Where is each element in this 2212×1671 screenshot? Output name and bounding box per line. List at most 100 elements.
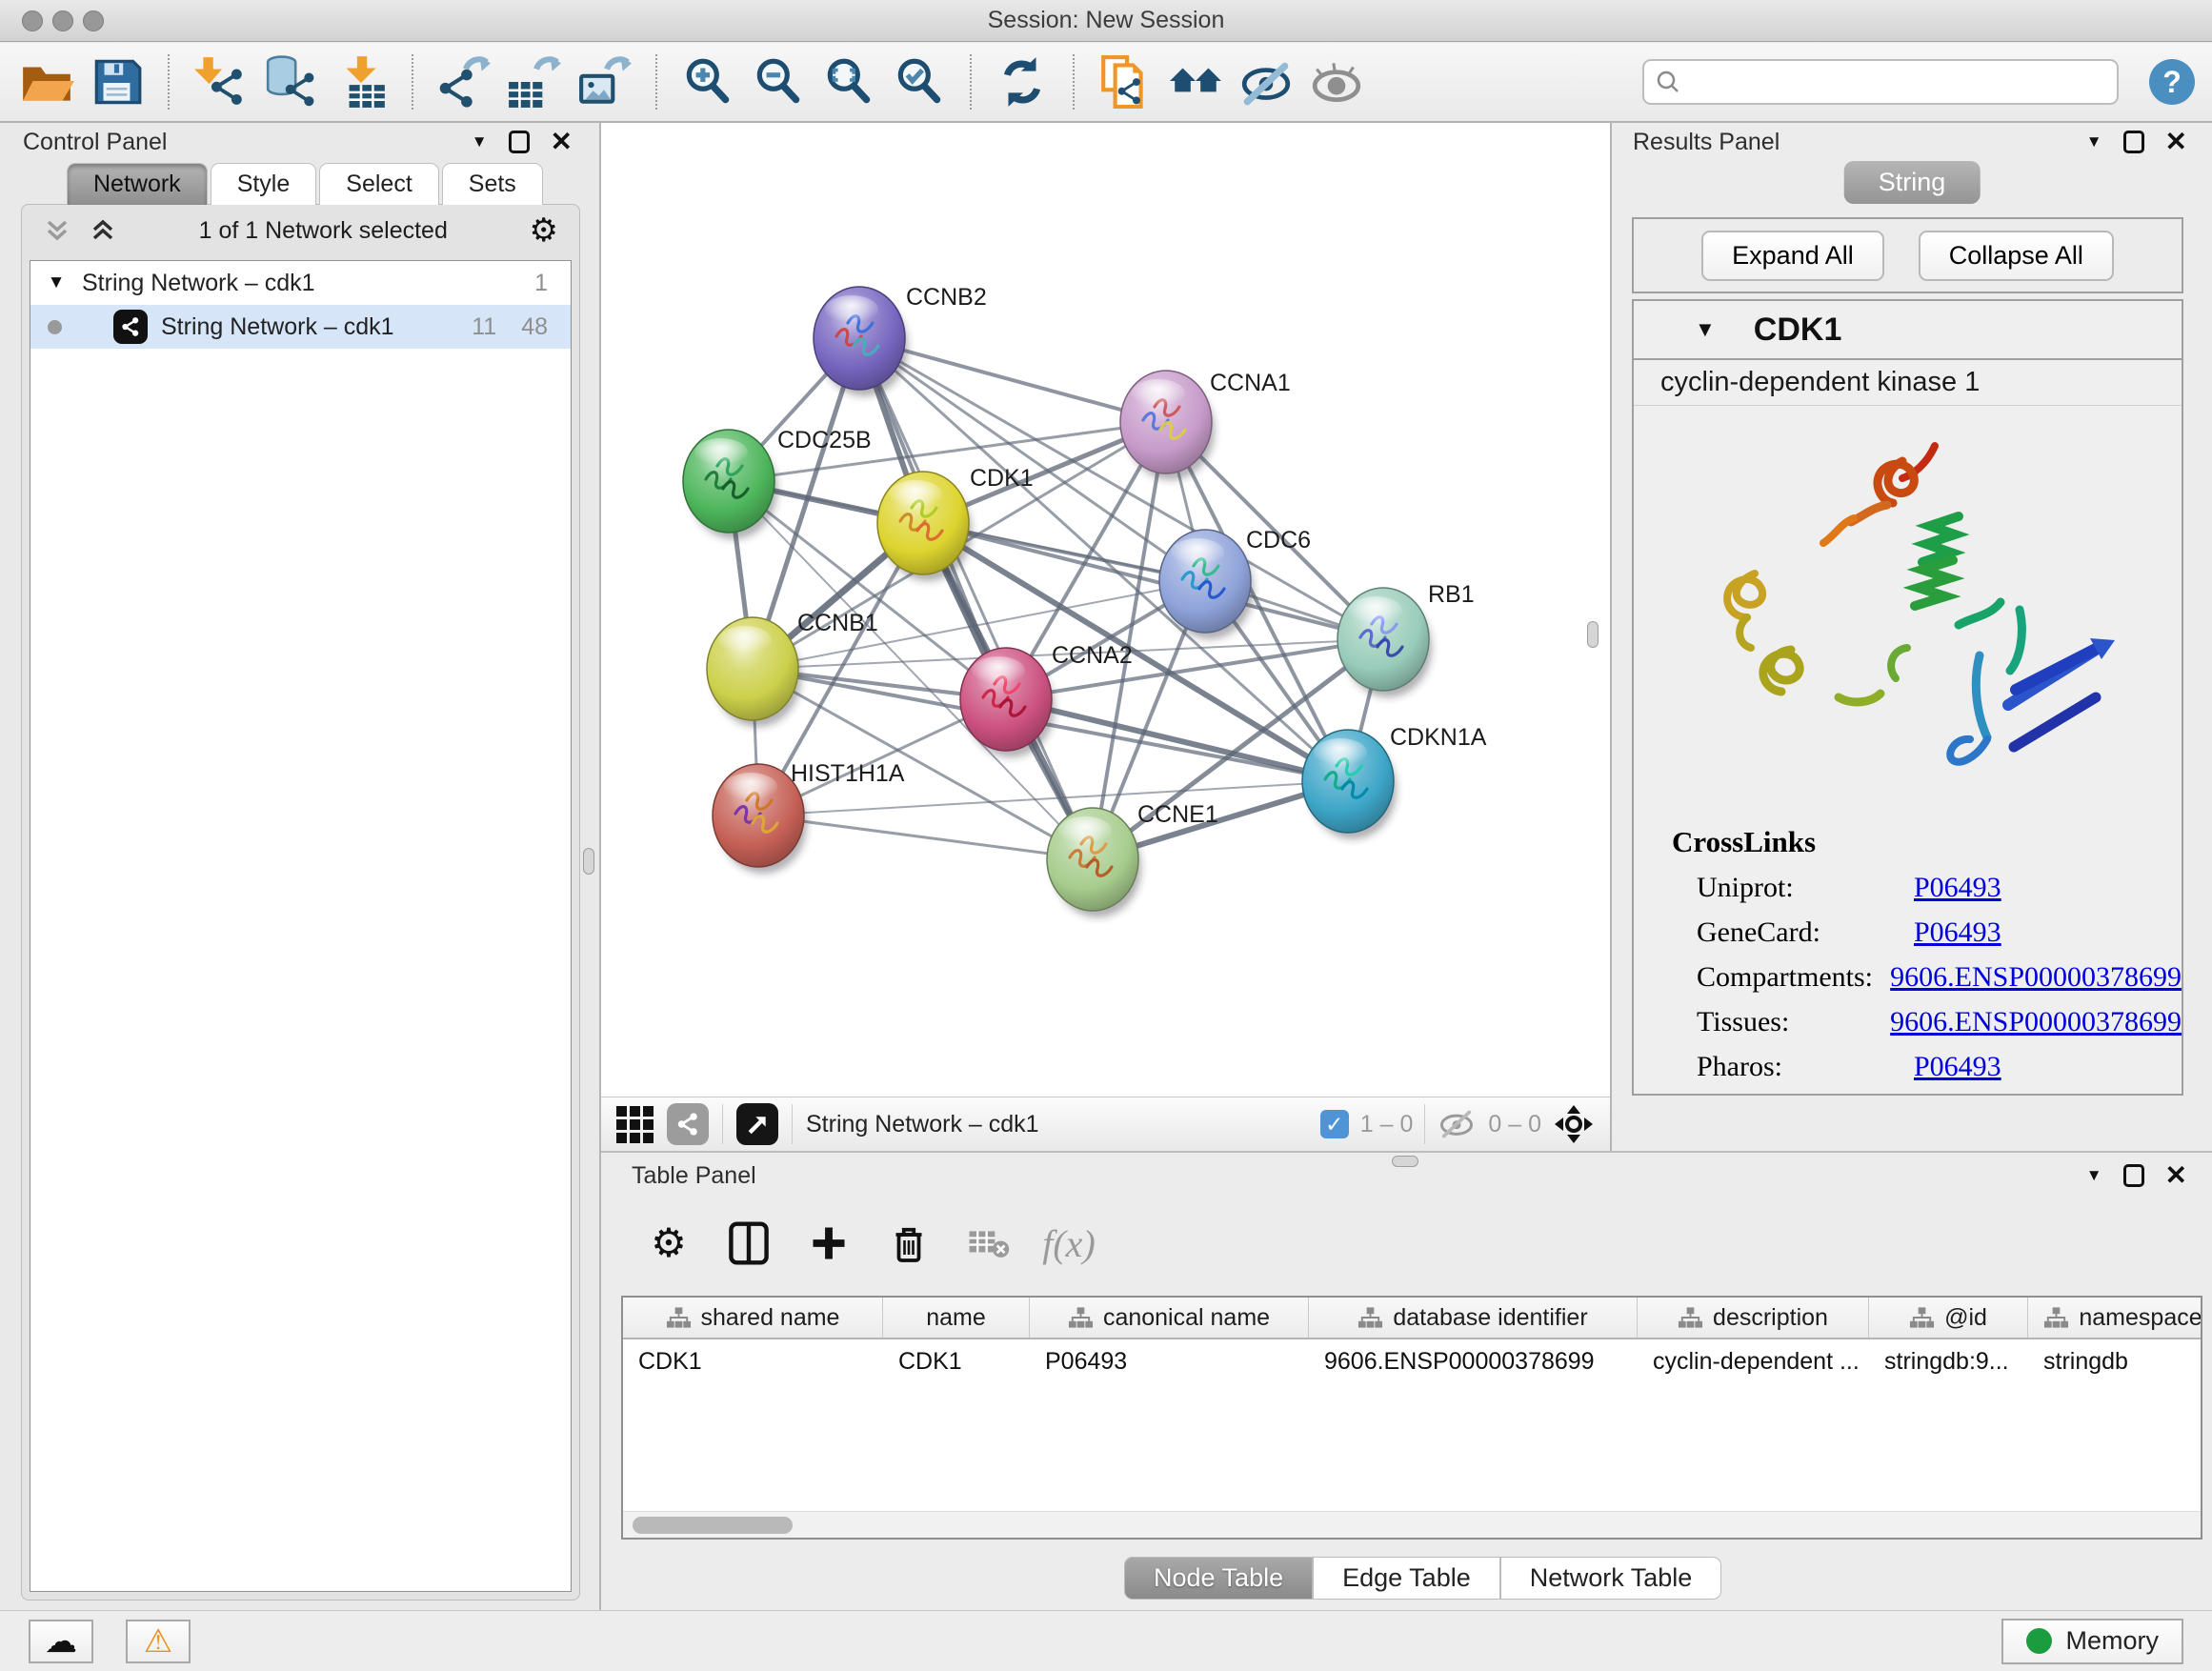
export-image-button[interactable] <box>575 51 634 112</box>
export-network-button[interactable] <box>434 51 493 112</box>
new-network-from-selection-button[interactable] <box>1096 51 1155 112</box>
zoom-selected-button[interactable] <box>890 51 949 112</box>
selected-checkbox-icon[interactable]: ✓ <box>1320 1110 1349 1138</box>
tab-network-table[interactable]: Network Table <box>1500 1557 1722 1600</box>
collection-expand-icon[interactable]: ▼ <box>44 272 69 293</box>
table-panel-menu-icon[interactable]: ▼ <box>2086 1166 2102 1185</box>
crosslink-link[interactable]: P06493 <box>1914 872 2001 904</box>
toolbar-separator <box>168 54 170 110</box>
scrollbar-thumb[interactable] <box>633 1517 793 1534</box>
network-node-CDC25B[interactable] <box>683 430 774 533</box>
crosslink-link[interactable]: 9606.ENSP00000378699 <box>1890 961 2182 994</box>
network-node-count: 11 <box>472 313 496 341</box>
control-panel-float-icon[interactable] <box>509 131 530 153</box>
column-header-database-identifier[interactable]: database identifier <box>1309 1298 1638 1338</box>
tab-style[interactable]: Style <box>211 163 317 205</box>
network-graph[interactable]: CCNB2CCNA1CDC25BCDK1CDC6RB1CCNB1CCNA2CDK… <box>601 123 1610 1097</box>
apply-layout-button[interactable] <box>993 51 1052 112</box>
control-panel-close-icon[interactable]: ✕ <box>551 129 573 155</box>
column-header-shared-name[interactable]: shared name <box>623 1298 883 1338</box>
bottom-splitter-grip[interactable] <box>1392 1156 1418 1167</box>
results-panel-menu-icon[interactable]: ▼ <box>2086 132 2102 151</box>
cloud-services-button[interactable]: ☁ <box>29 1620 93 1663</box>
show-columns-icon[interactable] <box>723 1218 774 1269</box>
column-header-description[interactable]: description <box>1638 1298 1869 1338</box>
warnings-button[interactable]: ⚠ <box>126 1620 191 1663</box>
network-node-CDK1[interactable] <box>877 472 969 574</box>
network-node-RB1[interactable] <box>1337 588 1429 691</box>
help-button[interactable]: ? <box>2149 59 2195 105</box>
table-options-gear-icon[interactable]: ⚙ <box>643 1218 694 1269</box>
network-node-CDC6[interactable] <box>1159 530 1251 633</box>
tab-edge-table[interactable]: Edge Table <box>1313 1557 1500 1600</box>
network-collection-row[interactable]: ▼ String Network – cdk1 1 <box>30 261 571 305</box>
network-node-CCNE1[interactable] <box>1047 808 1138 911</box>
zoom-in-button[interactable] <box>678 51 737 112</box>
results-panel-title: Results Panel <box>1633 129 1780 156</box>
svg-text:CCNA1: CCNA1 <box>1210 370 1291 396</box>
network-node-CCNA1[interactable] <box>1120 371 1212 473</box>
first-neighbors-button[interactable] <box>1166 51 1225 112</box>
network-node-CCNA2[interactable] <box>960 648 1052 751</box>
crosslink-link[interactable]: 9606.ENSP00000378699 <box>1890 1006 2182 1038</box>
import-table-button[interactable] <box>332 51 391 112</box>
tab-sets[interactable]: Sets <box>442 163 543 205</box>
toolbar-buttons <box>17 51 1366 112</box>
table-panel-float-icon[interactable] <box>2123 1164 2144 1187</box>
table-row[interactable]: CDK1CDK1P064939606.ENSP00000378699cyclin… <box>623 1339 2201 1383</box>
import-network-from-database-button[interactable] <box>261 51 320 112</box>
left-splitter-grip[interactable] <box>583 848 594 875</box>
network-node-CDKN1A[interactable] <box>1302 730 1394 833</box>
save-session-button[interactable] <box>88 51 147 112</box>
right-splitter-grip[interactable] <box>1587 621 1599 648</box>
birds-eye-view-icon[interactable] <box>736 1103 778 1145</box>
node-details-collapse-icon[interactable]: ▼ <box>1695 317 1716 342</box>
network-node-CCNB1[interactable] <box>707 617 798 720</box>
create-column-icon[interactable] <box>803 1218 855 1269</box>
crosslink-link[interactable]: P06493 <box>1914 1051 2001 1083</box>
table-horizontal-scrollbar[interactable] <box>623 1511 2201 1538</box>
zoom-out-button[interactable] <box>749 51 808 112</box>
network-grid-view-icon[interactable] <box>616 1106 654 1143</box>
collapse-all-networks-icon[interactable] <box>43 216 71 245</box>
table-panel-close-icon[interactable]: ✕ <box>2165 1162 2187 1189</box>
column-header--id[interactable]: @id <box>1869 1298 2028 1338</box>
import-network-from-file-button[interactable] <box>191 51 250 112</box>
network-options-gear-icon[interactable]: ⚙ <box>530 214 558 247</box>
crosslink-link[interactable]: P06493 <box>1914 916 2001 949</box>
export-table-button[interactable] <box>505 51 564 112</box>
svg-text:CCNB1: CCNB1 <box>797 610 878 636</box>
column-header-namespace[interactable]: namespace <box>2028 1298 2201 1338</box>
toolbar-separator <box>412 54 413 110</box>
zoom-fit-content-button[interactable] <box>819 51 878 112</box>
memory-button[interactable]: Memory <box>2001 1619 2183 1664</box>
tab-network[interactable]: Network <box>67 163 208 205</box>
open-session-button[interactable] <box>17 51 76 112</box>
collection-network-count: 1 <box>534 270 548 297</box>
network-node-CCNB2[interactable] <box>814 287 905 390</box>
column-header-name[interactable]: name <box>883 1298 1030 1338</box>
gene-description: cyclin-dependent kinase 1 <box>1634 360 2182 406</box>
network-share-view-icon[interactable] <box>667 1103 709 1145</box>
crosslink-label: Tissues: <box>1697 1006 1890 1038</box>
results-panel-float-icon[interactable] <box>2123 131 2144 153</box>
string-results-tab[interactable]: String <box>1844 161 1981 204</box>
control-panel-menu-icon[interactable]: ▼ <box>472 132 488 151</box>
hide-selected-button[interactable] <box>1237 51 1296 112</box>
pan-move-icon[interactable] <box>1553 1103 1595 1145</box>
network-row[interactable]: String Network – cdk1 11 48 <box>30 305 571 349</box>
expand-all-button[interactable]: Expand All <box>1701 231 1884 281</box>
column-header-canonical-name[interactable]: canonical name <box>1030 1298 1309 1338</box>
tab-select[interactable]: Select <box>319 163 438 205</box>
delete-column-icon[interactable] <box>883 1218 935 1269</box>
table-cell-shared-name: CDK1 <box>623 1339 883 1383</box>
tab-node-table[interactable]: Node Table <box>1124 1557 1313 1600</box>
table-toolbar: ⚙ f(x) <box>601 1198 2212 1288</box>
search-input[interactable] <box>1688 68 2105 96</box>
results-panel-close-icon[interactable]: ✕ <box>2165 129 2187 155</box>
expand-all-networks-icon[interactable] <box>89 216 117 245</box>
collapse-all-button[interactable]: Collapse All <box>1919 231 2114 281</box>
show-all-button[interactable] <box>1307 51 1366 112</box>
network-canvas[interactable]: CCNB2CCNA1CDC25BCDK1CDC6RB1CCNB1CCNA2CDK… <box>601 123 1610 1151</box>
svg-text:HIST1H1A: HIST1H1A <box>791 760 905 787</box>
